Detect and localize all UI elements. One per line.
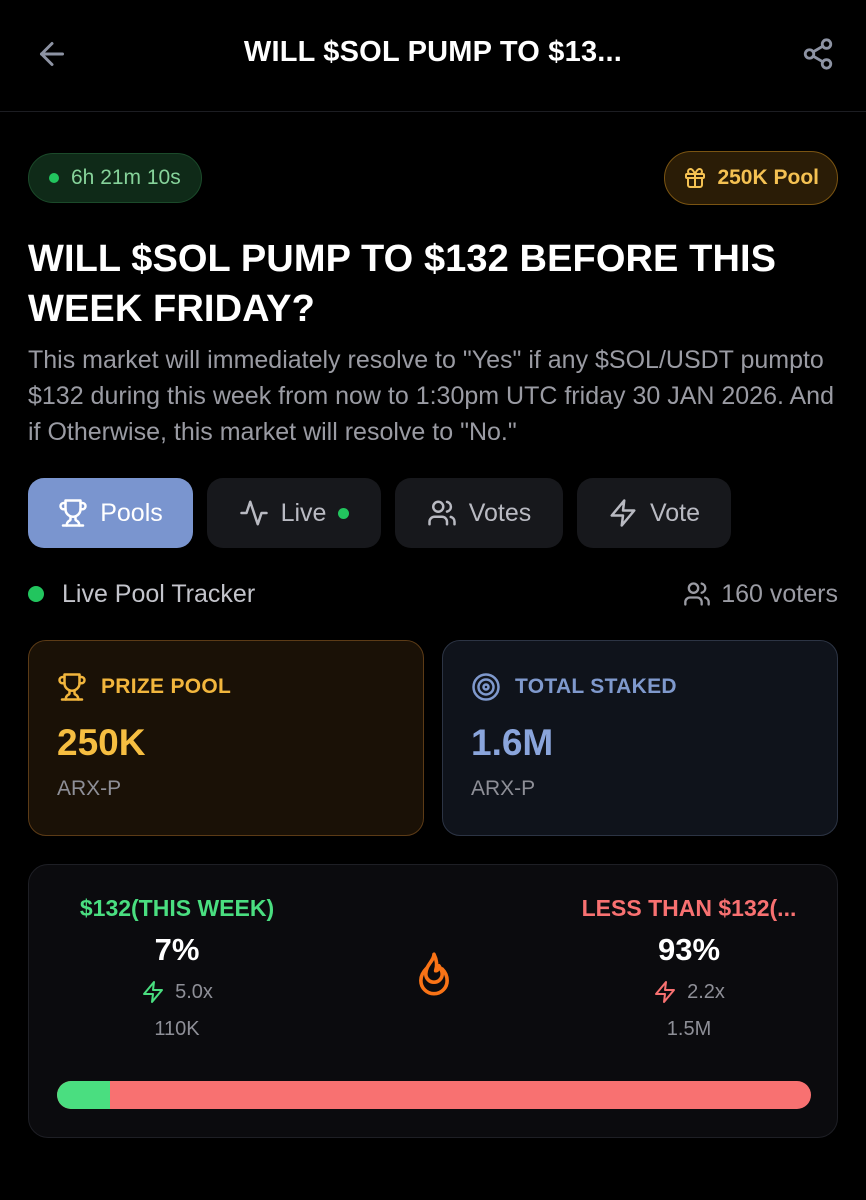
voters-count-text: 160 voters (721, 579, 838, 608)
lightning-icon (610, 499, 636, 527)
odds-progress-yes-fill (57, 1081, 110, 1109)
tab-vote-label: Vote (649, 498, 701, 527)
tab-vote[interactable]: Vote (577, 478, 731, 548)
tab-bar: Pools Live Votes Vote (28, 478, 731, 548)
arrow-left-icon (40, 42, 64, 66)
tab-live[interactable]: Live (207, 478, 381, 548)
no-outcome-percent: 93% (657, 932, 721, 967)
trophy-icon (59, 499, 87, 527)
yes-outcome-label: $132(THIS WEEK) (79, 895, 275, 921)
lightning-icon (143, 981, 164, 1003)
odds-progress-bar (57, 1081, 811, 1109)
users-icon (684, 582, 711, 606)
market-description: This market will immediately resolve to … (28, 346, 834, 446)
prize-pool-unit: ARX-P (57, 777, 122, 800)
share-icon (803, 38, 833, 70)
total-staked-unit: ARX-P (471, 777, 536, 800)
prize-pool-label: PRIZE POOL (101, 675, 232, 698)
prize-pool-card: PRIZE POOL 250K ARX-P (28, 640, 424, 836)
voters-count: 160 voters (683, 576, 838, 612)
yes-multiplier-text: 5.0x (175, 980, 213, 1003)
pool-badge: 250K Pool (664, 151, 838, 205)
odds-card: $132(THIS WEEK) 7% 5.0x 110K LESS THAN $… (28, 864, 838, 1138)
yes-outcome-multiplier: 5.0x (29, 980, 325, 1004)
pool-tracker-row: Live Pool Tracker 160 voters (28, 576, 838, 612)
share-button[interactable] (796, 32, 840, 76)
tab-live-label: Live (280, 498, 327, 527)
yes-outcome-amount: 110K (154, 1018, 200, 1040)
live-status-dot (28, 586, 44, 602)
no-multiplier-text: 2.2x (687, 980, 725, 1003)
gift-icon (685, 168, 706, 188)
live-tracker-label: Live Pool Tracker (62, 579, 256, 608)
total-staked-label: TOTAL STAKED (515, 675, 677, 698)
yes-outcome-percent: 7% (154, 932, 200, 967)
no-outcome-multiplier: 2.2x (541, 980, 837, 1004)
no-outcome[interactable]: LESS THAN $132(... 93% 2.2x 1.5M (541, 895, 837, 1041)
countdown-badge: 6h 21m 10s (28, 153, 202, 203)
market-title: WILL $SOL PUMP TO $132 BEFORE THIS WEEK … (28, 238, 777, 330)
trophy-icon (58, 673, 86, 701)
lightning-icon (655, 981, 676, 1003)
live-indicator-dot (338, 507, 350, 519)
users-icon (427, 500, 456, 526)
market-detail-page: WILL $SOL PUMP TO $13... 6h 21m 10s 250K… (0, 0, 866, 1200)
top-bar: WILL $SOL PUMP TO $13... (0, 0, 866, 112)
tab-votes[interactable]: Votes (395, 478, 563, 548)
activity-icon (239, 500, 268, 526)
page-title: WILL $SOL PUMP TO $13... (243, 36, 623, 68)
countdown-text: 6h 21m 10s (71, 166, 181, 189)
no-outcome-amount: 1.5M (666, 1018, 712, 1040)
live-tracker-status: Live Pool Tracker (28, 576, 255, 612)
tab-pools-label: Pools (100, 498, 163, 527)
status-dot (49, 173, 59, 183)
total-staked-card: TOTAL STAKED 1.6M ARX-P (442, 640, 838, 836)
target-icon (472, 673, 500, 701)
no-outcome-label: LESS THAN $132(... (581, 895, 797, 921)
prize-pool-value: 250K (57, 722, 146, 763)
tab-pools[interactable]: Pools (28, 478, 193, 548)
tab-votes-label: Votes (468, 498, 532, 527)
total-staked-value: 1.6M (471, 722, 554, 763)
yes-outcome[interactable]: $132(THIS WEEK) 7% 5.0x 110K (29, 895, 325, 1041)
back-button[interactable] (30, 32, 74, 76)
fire-icon (419, 952, 449, 996)
pool-badge-label: 250K Pool (717, 166, 819, 189)
